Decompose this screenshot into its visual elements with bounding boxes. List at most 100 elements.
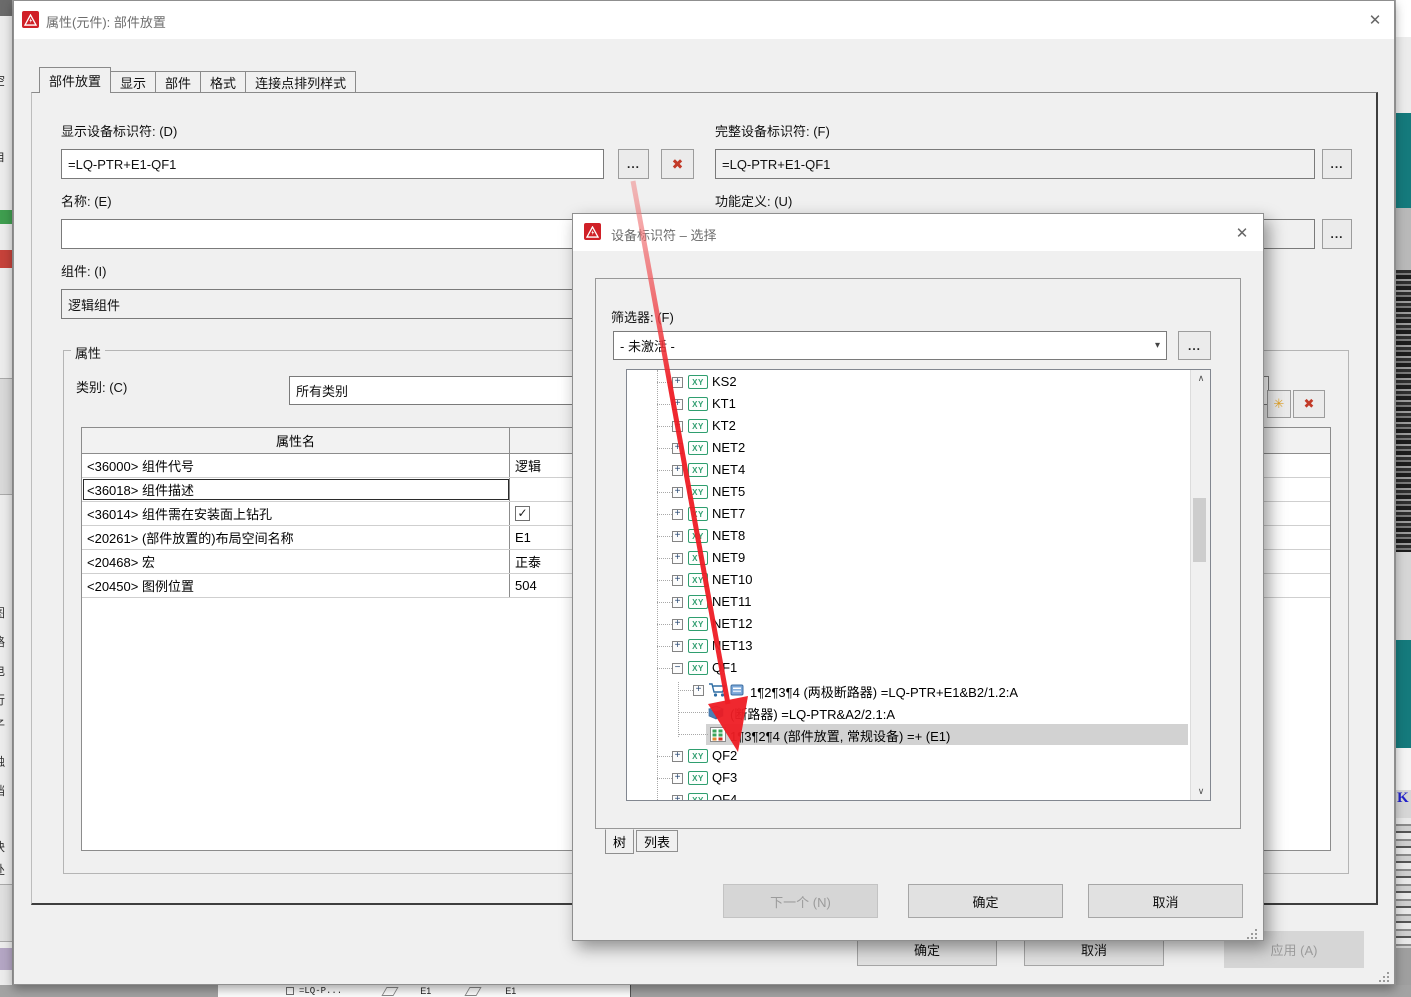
header-property-name[interactable]: 属性名 bbox=[82, 428, 510, 453]
tree-item[interactable]: +1¶2¶3¶4 (两极断路器) =LQ-PTR+E1&B2/1.2:A bbox=[627, 680, 1210, 702]
expand-plus-icon[interactable]: + bbox=[672, 619, 683, 630]
tree-vertical-scrollbar[interactable]: ∧ ∨ bbox=[1190, 370, 1211, 800]
main-close-icon[interactable]: ✕ bbox=[1364, 10, 1386, 30]
popup-resize-grip[interactable] bbox=[1247, 927, 1259, 939]
scrollbar-thumb[interactable] bbox=[1193, 498, 1206, 562]
attribute-checkbox[interactable]: ✓ bbox=[515, 506, 530, 521]
funcdef-browse-button[interactable]: ... bbox=[1322, 219, 1352, 249]
scroll-down-button[interactable]: ∨ bbox=[1191, 783, 1211, 800]
xy-structure-icon: XY bbox=[688, 551, 708, 565]
statusbar-checkbox[interactable] bbox=[286, 987, 294, 995]
expand-plus-icon[interactable]: + bbox=[672, 531, 683, 542]
tab-5[interactable]: 连接点排列样式 bbox=[246, 71, 356, 93]
expand-plus-icon[interactable]: + bbox=[672, 795, 683, 801]
tree-item-selected[interactable]: 1¶3¶2¶4 (部件放置, 常规设备) =+ (E1) bbox=[627, 724, 1210, 746]
background-right-white bbox=[1396, 0, 1411, 37]
tab-2[interactable]: 显示 bbox=[111, 71, 156, 93]
expand-plus-icon[interactable]: + bbox=[672, 399, 683, 410]
tree-item[interactable]: +XYNET2 bbox=[627, 438, 1210, 460]
xy-structure-icon: XY bbox=[688, 529, 708, 543]
popup-cancel-button[interactable]: 取消 bbox=[1088, 884, 1243, 918]
expand-plus-icon[interactable]: + bbox=[672, 509, 683, 520]
tree-item[interactable]: +XYQF4 bbox=[627, 790, 1210, 801]
main-resize-grip[interactable] bbox=[1379, 970, 1391, 982]
display-dt-browse-button[interactable]: ... bbox=[618, 149, 649, 179]
scroll-down-icon: ∨ bbox=[1198, 786, 1205, 797]
popup-next-button[interactable]: 下一个 (N) bbox=[723, 884, 878, 918]
background-left-glyph: 空 bbox=[0, 72, 13, 89]
background-left-glyph: 子 bbox=[0, 716, 13, 733]
popup-close-icon[interactable]: ✕ bbox=[1231, 223, 1253, 243]
display-dt-input[interactable]: =LQ-PTR+E1-QF1 bbox=[61, 149, 604, 179]
ellipsis-icon: ... bbox=[1330, 157, 1343, 171]
tree-item[interactable]: +XYNET12 bbox=[627, 614, 1210, 636]
expand-plus-icon[interactable]: + bbox=[672, 597, 683, 608]
attribute-name-cell[interactable]: <20450> 图例位置 bbox=[82, 574, 510, 597]
expand-plus-icon[interactable]: + bbox=[672, 641, 683, 652]
tree-item[interactable]: +XYKT1 bbox=[627, 394, 1210, 416]
tree-item[interactable]: +XYNET4 bbox=[627, 460, 1210, 482]
expand-plus-icon[interactable]: + bbox=[672, 421, 683, 432]
tree-item-label: NET11 bbox=[712, 594, 752, 609]
tree-item-label: 1¶2¶3¶4 (两极断路器) =LQ-PTR+E1&B2/1.2:A bbox=[750, 682, 1018, 701]
filter-dropdown[interactable]: - 未激活 - ▾ bbox=[613, 331, 1167, 360]
expand-plus-icon[interactable]: + bbox=[672, 751, 683, 762]
popup-ok-button[interactable]: 确定 bbox=[908, 884, 1063, 918]
full-dt-browse-button[interactable]: ... bbox=[1322, 149, 1352, 179]
tree-item[interactable]: +XYNET7 bbox=[627, 504, 1210, 526]
background-left-glyph: 块 bbox=[0, 838, 13, 855]
attribute-name-cell[interactable]: <36014> 组件需在安装面上钻孔 bbox=[82, 502, 510, 525]
tree-item[interactable]: +XYQF2 bbox=[627, 746, 1210, 768]
tree-connector bbox=[657, 514, 672, 515]
device-tree[interactable]: +XYKS2+XYKT1+XYKT2+XYNET2+XYNET4+XYNET5+… bbox=[626, 369, 1211, 801]
tree-item-label: KS2 bbox=[712, 374, 737, 389]
tree-item[interactable]: +XYNET10 bbox=[627, 570, 1210, 592]
attribute-name-cell[interactable]: <36000> 组件代号 bbox=[82, 454, 510, 477]
expand-plus-icon[interactable]: + bbox=[672, 443, 683, 454]
tree-item[interactable]: +XYQF3 bbox=[627, 768, 1210, 790]
tree-item[interactable]: +XYNET13 bbox=[627, 636, 1210, 658]
tree-connector bbox=[657, 536, 672, 537]
background-left-glyph: 电 bbox=[0, 662, 13, 679]
tab-tree[interactable]: 树 bbox=[605, 829, 634, 854]
tree-item-label: KT1 bbox=[712, 396, 736, 411]
tree-item[interactable]: (断路器) =LQ-PTR&A2/2.1:A bbox=[627, 702, 1210, 724]
main-title-bar[interactable]: 属性(元件): 部件放置 ✕ bbox=[14, 1, 1394, 39]
display-dt-delete-button[interactable]: ✖ bbox=[661, 149, 694, 179]
expand-plus-icon[interactable]: + bbox=[672, 487, 683, 498]
attribute-name-cell[interactable]: <36018> 组件描述 bbox=[82, 478, 510, 501]
popup-title-bar[interactable]: 设备标识符 – 选择 ✕ bbox=[573, 214, 1263, 251]
expand-plus-icon[interactable]: + bbox=[672, 575, 683, 586]
tree-item[interactable]: +XYNET11 bbox=[627, 592, 1210, 614]
xy-structure-icon: XY bbox=[688, 661, 708, 675]
background-right-teal2 bbox=[1396, 640, 1411, 748]
expand-plus-icon[interactable]: + bbox=[693, 685, 704, 696]
filter-browse-button[interactable]: ... bbox=[1178, 331, 1211, 360]
tab-list[interactable]: 列表 bbox=[636, 830, 678, 852]
main-dialog-title: 属性(元件): 部件放置 bbox=[46, 12, 166, 31]
expand-plus-icon[interactable]: + bbox=[672, 773, 683, 784]
expand-plus-icon[interactable]: + bbox=[672, 553, 683, 564]
expand-plus-icon[interactable]: + bbox=[672, 377, 683, 388]
tree-item[interactable]: −XYQF1 bbox=[627, 658, 1210, 680]
properties-group-label: 属性 bbox=[71, 343, 105, 362]
attribute-name-cell[interactable]: <20468> 宏 bbox=[82, 550, 510, 573]
tab-active-1[interactable]: 部件放置 bbox=[39, 67, 111, 93]
tree-item[interactable]: +XYKS2 bbox=[627, 372, 1210, 394]
property-delete-button[interactable]: ✖ bbox=[1293, 390, 1325, 418]
expand-plus-icon[interactable]: + bbox=[672, 465, 683, 476]
tab-4[interactable]: 格式 bbox=[201, 71, 246, 93]
property-new-button[interactable]: ✳ bbox=[1267, 390, 1291, 418]
name-input[interactable] bbox=[61, 219, 617, 249]
component-input: 逻辑组件 bbox=[61, 289, 617, 319]
tree-item[interactable]: +XYKT2 bbox=[627, 416, 1210, 438]
name-label: 名称: (E) bbox=[61, 191, 112, 210]
attribute-name-cell[interactable]: <20261> (部件放置的)布局空间名称 bbox=[82, 526, 510, 549]
collapse-minus-icon[interactable]: − bbox=[672, 663, 683, 674]
tab-3[interactable]: 部件 bbox=[156, 71, 201, 93]
tree-item[interactable]: +XYNET8 bbox=[627, 526, 1210, 548]
full-dt-value: =LQ-PTR+E1-QF1 bbox=[722, 157, 830, 172]
tree-item[interactable]: +XYNET5 bbox=[627, 482, 1210, 504]
tree-item[interactable]: +XYNET9 bbox=[627, 548, 1210, 570]
scroll-up-button[interactable]: ∧ bbox=[1191, 370, 1211, 387]
